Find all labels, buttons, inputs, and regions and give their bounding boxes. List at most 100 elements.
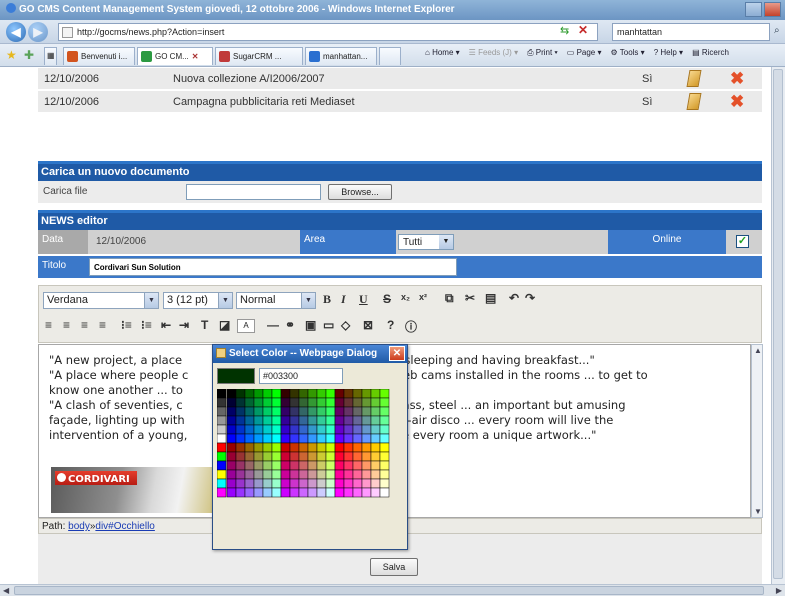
color-swatch[interactable]: [217, 406, 227, 417]
color-swatch[interactable]: [280, 469, 291, 480]
color-swatch[interactable]: [253, 406, 264, 417]
ordered-list-icon[interactable]: ⁝≡: [121, 318, 132, 332]
color-swatch[interactable]: [307, 451, 318, 462]
close-icon[interactable]: ✕: [389, 346, 405, 361]
color-swatch[interactable]: [280, 424, 291, 435]
color-swatch[interactable]: [244, 487, 255, 498]
color-swatch[interactable]: [271, 478, 282, 489]
color-swatch[interactable]: [316, 478, 327, 489]
color-swatch[interactable]: [226, 478, 237, 489]
color-swatch[interactable]: [379, 415, 390, 426]
color-swatch[interactable]: [271, 415, 282, 426]
color-swatch[interactable]: [253, 424, 264, 435]
color-swatch[interactable]: [379, 397, 390, 408]
color-swatch[interactable]: [253, 397, 264, 408]
color-swatch[interactable]: [307, 469, 318, 480]
color-swatch[interactable]: [352, 469, 363, 480]
color-swatch[interactable]: [217, 389, 227, 399]
color-swatch[interactable]: [379, 469, 390, 480]
color-swatch[interactable]: [217, 442, 227, 453]
color-swatch[interactable]: [343, 397, 354, 408]
copy-icon[interactable]: ⧉: [445, 291, 454, 306]
color-swatch[interactable]: [379, 406, 390, 417]
color-swatch[interactable]: [316, 469, 327, 480]
color-swatch[interactable]: [289, 469, 300, 480]
color-swatch[interactable]: [352, 487, 363, 498]
color-swatch[interactable]: [262, 451, 273, 462]
color-swatch[interactable]: [235, 460, 246, 471]
color-swatch[interactable]: [289, 451, 300, 462]
color-swatch[interactable]: [217, 415, 227, 426]
color-swatch[interactable]: [289, 487, 300, 498]
color-swatch[interactable]: [244, 442, 255, 453]
color-swatch[interactable]: [271, 424, 282, 435]
color-swatch[interactable]: [298, 478, 309, 489]
color-swatch[interactable]: [289, 442, 300, 453]
delete-x-icon[interactable]: ✖: [730, 92, 744, 112]
about-icon[interactable]: ⓘ: [405, 318, 417, 335]
path-div-link[interactable]: div#Occhiello: [95, 521, 154, 532]
page-vertical-scrollbar[interactable]: [771, 67, 785, 584]
color-swatch[interactable]: [334, 415, 345, 426]
scroll-down-icon[interactable]: ▼: [754, 507, 762, 516]
color-swatch[interactable]: [262, 442, 273, 453]
color-swatch[interactable]: [325, 460, 336, 471]
color-swatch[interactable]: [289, 389, 300, 399]
tab-sugarcrm[interactable]: SugarCRM ...: [215, 47, 303, 65]
outdent-icon[interactable]: ⇤: [161, 318, 171, 332]
color-swatch[interactable]: [334, 389, 345, 399]
color-swatch[interactable]: [334, 406, 345, 417]
color-swatch[interactable]: [361, 460, 372, 471]
color-swatch[interactable]: [325, 442, 336, 453]
color-swatch[interactable]: [253, 442, 264, 453]
color-swatch[interactable]: [334, 442, 345, 453]
color-swatch[interactable]: [280, 460, 291, 471]
color-swatch[interactable]: [352, 478, 363, 489]
color-swatch[interactable]: [307, 442, 318, 453]
color-swatch[interactable]: [217, 460, 227, 471]
color-swatch[interactable]: [262, 433, 273, 444]
page-menu[interactable]: ▭ Page ▾: [567, 48, 602, 58]
color-swatch[interactable]: [343, 415, 354, 426]
close-window-button[interactable]: [764, 2, 781, 17]
color-swatch[interactable]: [271, 389, 282, 399]
color-swatch[interactable]: [343, 389, 354, 399]
html-source-icon[interactable]: ◇: [341, 318, 350, 332]
color-swatch[interactable]: [253, 478, 264, 489]
color-swatch[interactable]: [343, 451, 354, 462]
color-swatch[interactable]: [226, 389, 237, 399]
color-swatch[interactable]: [235, 478, 246, 489]
color-swatch[interactable]: [262, 460, 273, 471]
color-swatch[interactable]: [352, 433, 363, 444]
color-swatch[interactable]: [298, 406, 309, 417]
tab-gocms[interactable]: GO CM... ✕: [137, 47, 213, 65]
color-swatch[interactable]: [226, 433, 237, 444]
edit-pencil-icon[interactable]: [686, 70, 702, 87]
color-swatch[interactable]: [370, 389, 381, 399]
size-select[interactable]: 3 (12 pt) ▼: [163, 292, 233, 309]
color-swatch[interactable]: [253, 415, 264, 426]
color-swatch[interactable]: [226, 487, 237, 498]
color-palette-grid[interactable]: [217, 389, 405, 499]
color-swatch[interactable]: [235, 451, 246, 462]
refresh-icon[interactable]: ⇆: [560, 24, 569, 37]
highlight-color-icon[interactable]: ◪: [219, 318, 230, 332]
color-swatch[interactable]: [271, 433, 282, 444]
color-swatch[interactable]: [235, 433, 246, 444]
color-swatch[interactable]: [226, 442, 237, 453]
color-swatch[interactable]: [316, 389, 327, 399]
search-icon[interactable]: ⌕: [774, 25, 780, 36]
color-swatch[interactable]: [253, 469, 264, 480]
color-swatch[interactable]: [325, 433, 336, 444]
color-swatch[interactable]: [235, 442, 246, 453]
favorites-star-icon[interactable]: ★: [6, 48, 17, 62]
paste-icon[interactable]: ▤: [485, 291, 496, 305]
color-swatch[interactable]: [253, 460, 264, 471]
color-swatch[interactable]: [379, 460, 390, 471]
color-swatch[interactable]: [361, 424, 372, 435]
color-swatch[interactable]: [280, 442, 291, 453]
color-swatch[interactable]: [217, 487, 227, 498]
color-swatch[interactable]: [289, 478, 300, 489]
home-button[interactable]: ⌂ Home ▾: [425, 48, 460, 58]
align-right-icon[interactable]: ≡: [81, 318, 88, 332]
